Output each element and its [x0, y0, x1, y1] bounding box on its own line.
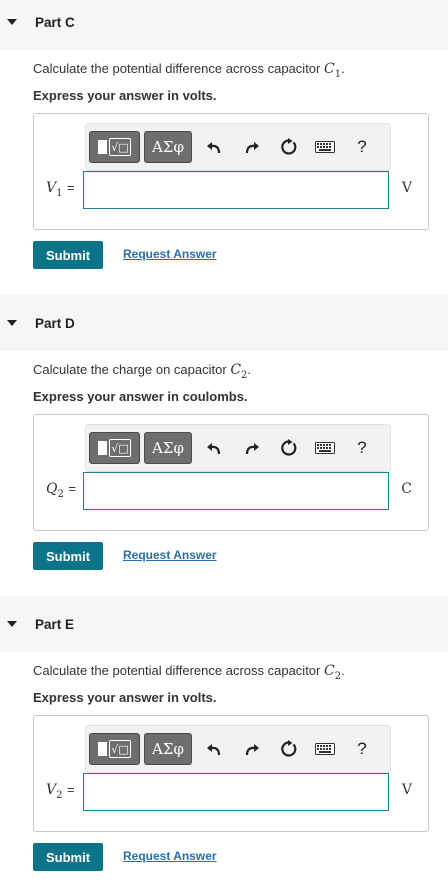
- part-d-header[interactable]: Part D: [0, 295, 448, 351]
- redo-icon[interactable]: [241, 738, 263, 760]
- part-title: Part D: [35, 315, 75, 331]
- unit-label: C: [401, 481, 412, 497]
- templates-button[interactable]: √□: [89, 733, 140, 765]
- templates-button[interactable]: √□: [89, 432, 140, 464]
- reset-icon[interactable]: [278, 437, 300, 459]
- request-answer-link[interactable]: Request Answer: [123, 849, 217, 863]
- answer-box: √□ ΑΣφ ? Q2 = C: [33, 414, 429, 531]
- instruction-text: Express your answer in volts.: [33, 88, 217, 103]
- variable-label: Q2 =: [46, 481, 76, 500]
- question-text: Calculate the charge on capacitor C2.: [33, 362, 252, 381]
- redo-icon[interactable]: [241, 136, 263, 158]
- greek-symbols-button[interactable]: ΑΣφ: [144, 432, 192, 464]
- math-toolbar: √□ ΑΣφ ?: [85, 123, 391, 171]
- collapse-caret-icon[interactable]: [7, 19, 17, 25]
- answer-input[interactable]: [83, 773, 389, 811]
- question-text: Calculate the potential difference acros…: [33, 663, 345, 682]
- instruction-text: Express your answer in coulombs.: [33, 389, 248, 404]
- request-answer-link[interactable]: Request Answer: [123, 548, 217, 562]
- undo-icon[interactable]: [203, 437, 225, 459]
- templates-icon: √□: [98, 138, 131, 156]
- variable-label: V1 =: [46, 180, 75, 199]
- part-title: Part C: [35, 14, 75, 30]
- part-c-header[interactable]: Part C: [0, 0, 448, 50]
- greek-symbols-button[interactable]: ΑΣφ: [144, 733, 192, 765]
- part-title: Part E: [35, 616, 75, 632]
- variable-label: V2 =: [46, 782, 75, 801]
- unit-label: V: [401, 180, 412, 196]
- help-button[interactable]: ?: [351, 738, 373, 760]
- keyboard-icon[interactable]: [314, 437, 336, 459]
- help-button[interactable]: ?: [351, 136, 373, 158]
- templates-button[interactable]: √□: [89, 131, 140, 163]
- instruction-text: Express your answer in volts.: [33, 690, 217, 705]
- templates-icon: √□: [98, 740, 131, 758]
- reset-icon[interactable]: [278, 738, 300, 760]
- undo-icon[interactable]: [203, 136, 225, 158]
- answer-input[interactable]: [83, 171, 389, 209]
- submit-button[interactable]: Submit: [33, 241, 103, 269]
- submit-button[interactable]: Submit: [33, 843, 103, 871]
- undo-icon[interactable]: [203, 738, 225, 760]
- keyboard-icon[interactable]: [314, 738, 336, 760]
- question-text: Calculate the potential difference acros…: [33, 61, 345, 80]
- reset-icon[interactable]: [278, 136, 300, 158]
- collapse-caret-icon[interactable]: [7, 320, 17, 326]
- math-toolbar: √□ ΑΣφ ?: [85, 424, 391, 472]
- answer-input[interactable]: [83, 472, 389, 510]
- submit-button[interactable]: Submit: [33, 542, 103, 570]
- templates-icon: √□: [98, 439, 131, 457]
- redo-icon[interactable]: [241, 437, 263, 459]
- keyboard-icon[interactable]: [314, 136, 336, 158]
- part-e-header[interactable]: Part E: [0, 596, 448, 652]
- math-toolbar: √□ ΑΣφ ?: [85, 725, 391, 773]
- help-button[interactable]: ?: [351, 437, 373, 459]
- answer-box: √□ ΑΣφ ? V2 = V: [33, 715, 429, 832]
- answer-box: √□ ΑΣφ ? V1 = V: [33, 113, 429, 230]
- greek-symbols-button[interactable]: ΑΣφ: [144, 131, 192, 163]
- unit-label: V: [401, 782, 412, 798]
- request-answer-link[interactable]: Request Answer: [123, 247, 217, 261]
- collapse-caret-icon[interactable]: [7, 621, 17, 627]
